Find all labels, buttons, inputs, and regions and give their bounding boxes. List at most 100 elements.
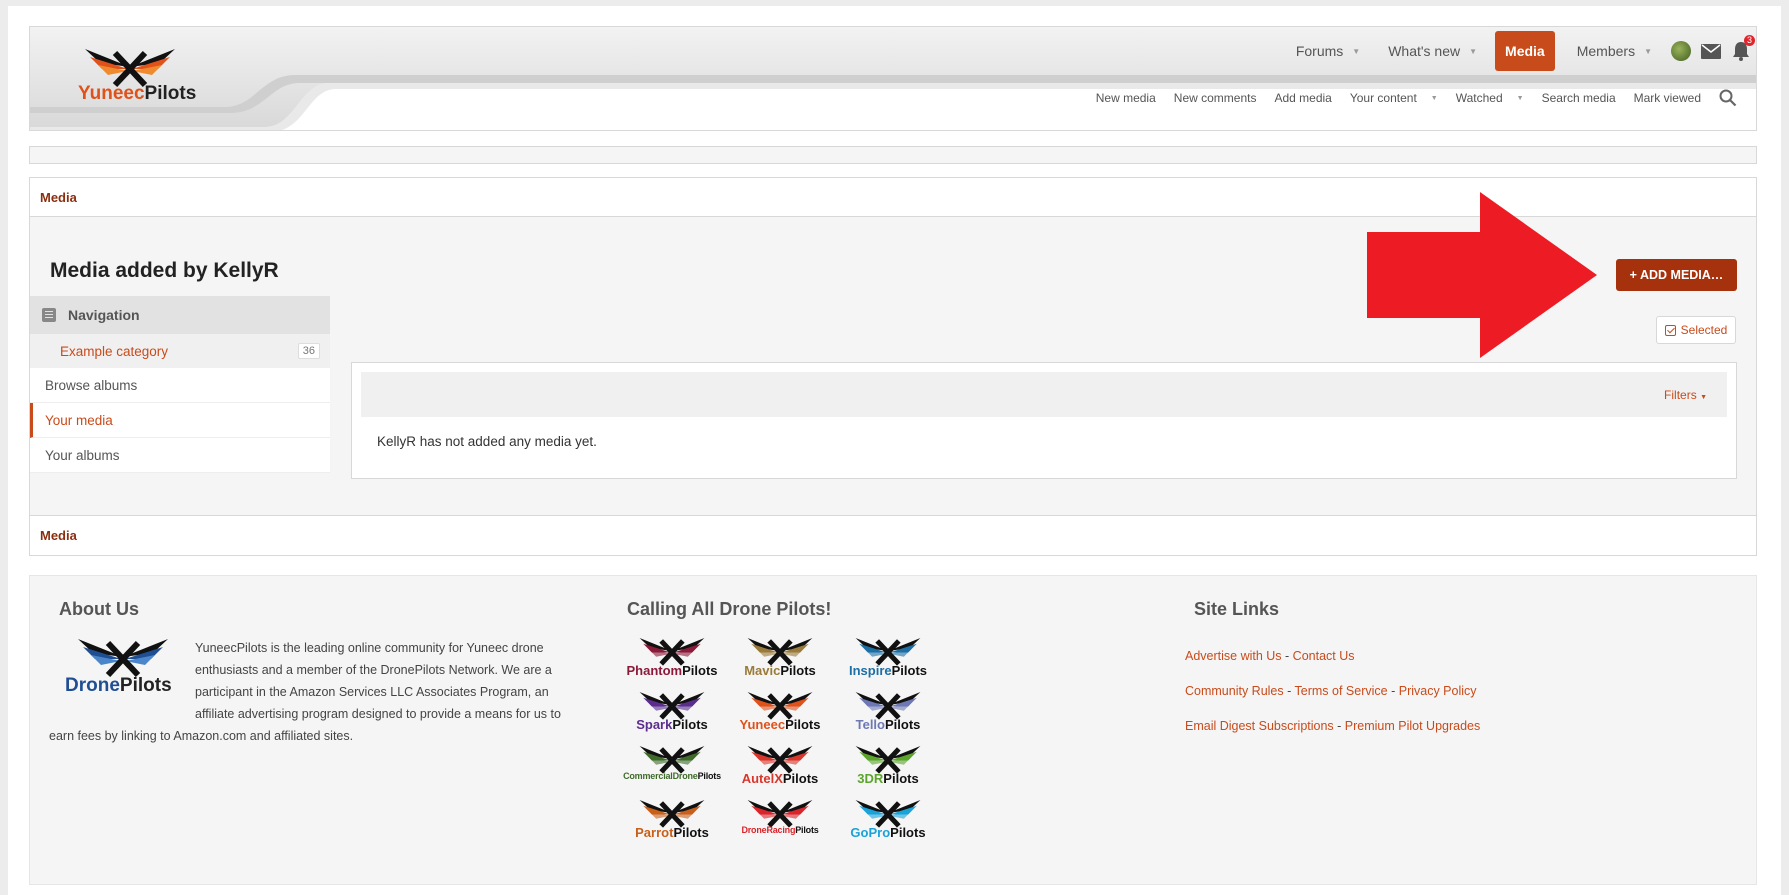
pilot-site-name: ParrotPilots: [618, 825, 726, 840]
pilot-site-gopropilots[interactable]: GoProPilots: [834, 798, 942, 850]
calling-heading: Calling All Drone Pilots!: [627, 599, 832, 619]
pilot-site-mavicpilots[interactable]: MavicPilots: [726, 636, 834, 688]
filters-label: Filters: [1664, 388, 1697, 402]
add-media-button[interactable]: + ADD MEDIA…: [1616, 259, 1737, 291]
logo-wordmark[interactable]: YuneecPilots: [78, 83, 196, 105]
site-links-row: Advertise with Us - Contact Us: [1185, 639, 1480, 674]
link-privacy-policy[interactable]: Privacy Policy: [1399, 684, 1477, 698]
site-name-part2: Pilots: [884, 717, 921, 732]
main-navigation: Forums ▼ What's new ▼ Media Members ▼ 3: [1282, 29, 1756, 73]
subnav-new-comments[interactable]: New comments: [1165, 91, 1266, 105]
site-name-part1: Spark: [636, 717, 673, 732]
site-name-part1: Mavic: [744, 663, 781, 678]
link-advertise-with-us[interactable]: Advertise with Us: [1185, 649, 1282, 663]
pilot-site-parrotpilots[interactable]: ParrotPilots: [618, 798, 726, 850]
separator: -: [1281, 649, 1293, 663]
subnav-label: Search media: [1541, 91, 1616, 105]
pilot-site-name: TelloPilots: [834, 717, 942, 732]
sidebar-heading: Navigation: [30, 296, 330, 334]
sidebar-item-your-media[interactable]: Your media: [30, 403, 330, 438]
pilot-site-commercialdronepilots[interactable]: CommercialDronePilots: [618, 744, 726, 796]
site-name-part1: Tello: [855, 717, 885, 732]
pilot-site-3drpilots[interactable]: 3DRPilots: [834, 744, 942, 796]
logo-word-part1: Yuneec: [78, 83, 145, 104]
filters-dropdown[interactable]: Filters ▼: [1664, 388, 1707, 402]
sidebar-item-your-albums[interactable]: Your albums: [30, 438, 330, 473]
pilot-site-name: GoProPilots: [834, 825, 942, 840]
wings-logo-icon: [855, 692, 921, 720]
pilot-sites-grid: PhantomPilots MavicPilots InspirePilots Spa…: [618, 636, 948, 850]
sub-navigation: New media New comments Add media Your conte…: [1087, 81, 1746, 115]
site-name-part1: 3DR: [857, 771, 884, 786]
pilot-site-name: AutelXPilots: [726, 771, 834, 786]
nav-members[interactable]: Members ▼: [1563, 31, 1666, 71]
nav-label: What's new: [1388, 43, 1461, 59]
nav-label: Members: [1576, 43, 1636, 59]
wings-logo-icon: [747, 638, 813, 666]
separator: -: [1333, 719, 1345, 733]
link-terms-of-service[interactable]: Terms of Service: [1295, 684, 1388, 698]
link-premium-pilot-upgrades[interactable]: Premium Pilot Upgrades: [1345, 719, 1480, 733]
site-name-part1: Inspire: [848, 663, 892, 678]
subnav-add-media[interactable]: Add media: [1265, 91, 1340, 105]
pilot-site-sparkpilots[interactable]: SparkPilots: [618, 690, 726, 742]
site-name-part1: AutelX: [741, 771, 783, 786]
dronepilots-wings-icon: [78, 639, 168, 677]
about-heading: About Us: [59, 599, 139, 619]
inbox-button[interactable]: [1696, 31, 1726, 71]
link-community-rules[interactable]: Community Rules: [1185, 684, 1284, 698]
pilot-site-name: CommercialDronePilots: [618, 771, 726, 781]
dronepilots-wordmark: DronePilots: [65, 675, 172, 697]
notice-strip: [29, 146, 1757, 164]
site-links-heading: Site Links: [1194, 599, 1280, 619]
dronepilots-logo[interactable]: DronePilots: [63, 637, 183, 701]
wings-logo-icon: [639, 746, 705, 774]
pilot-site-inspirepilots[interactable]: InspirePilots: [834, 636, 942, 688]
notification-badge: 3: [1743, 35, 1755, 46]
page-title: Media added by KellyR: [50, 259, 279, 282]
nav-what-s-new[interactable]: What's new ▼: [1374, 31, 1491, 71]
wings-logo-icon: [639, 692, 705, 720]
annotation-arrow-icon: [1367, 192, 1597, 358]
nav-forums[interactable]: Forums ▼: [1282, 31, 1374, 71]
subnav-label: New media: [1095, 91, 1156, 105]
breadcrumb-label[interactable]: Media: [40, 190, 77, 205]
breadcrumb-label[interactable]: Media: [40, 528, 77, 543]
selected-button[interactable]: Selected: [1656, 316, 1736, 344]
site-name-part2: Pilots: [697, 771, 722, 781]
separator: -: [1283, 684, 1295, 698]
subnav-mark-viewed[interactable]: Mark viewed: [1625, 91, 1710, 105]
pilot-site-name: 3DRPilots: [834, 771, 942, 786]
pilot-site-name: DroneRacingPilots: [726, 825, 834, 835]
pilot-site-phantompilots[interactable]: PhantomPilots: [618, 636, 726, 688]
site-name-part2: Pilots: [883, 771, 919, 786]
pilot-site-autelxpilots[interactable]: AutelXPilots: [726, 744, 834, 796]
pilot-site-droneracingpilots[interactable]: DroneRacingPilots: [726, 798, 834, 850]
pilot-site-tellopilots[interactable]: TelloPilots: [834, 690, 942, 742]
alerts-button[interactable]: 3: [1726, 31, 1756, 71]
nav-media[interactable]: Media: [1495, 31, 1555, 71]
avatar: [1671, 41, 1691, 61]
pilot-site-name: InspirePilots: [834, 663, 942, 678]
search-button[interactable]: [1710, 89, 1746, 107]
filter-bar: Filters ▼: [361, 372, 1727, 417]
site-name-part1: CommercialDrone: [623, 771, 698, 781]
user-avatar[interactable]: [1666, 31, 1696, 71]
site-links-row: Email Digest Subscriptions - Premium Pil…: [1185, 709, 1480, 744]
sidebar-item-browse-albums[interactable]: Browse albums: [30, 368, 330, 403]
subnav-new-media[interactable]: New media: [1087, 91, 1165, 105]
caret-down-icon: ▼: [1352, 46, 1361, 56]
caret-down-icon: ▼: [1516, 94, 1524, 102]
subnav-your-content[interactable]: Your content ▼: [1341, 91, 1447, 105]
subnav-watched[interactable]: Watched ▼: [1447, 91, 1533, 105]
breadcrumb-bottom[interactable]: Media: [30, 515, 1756, 555]
subnav-search-media[interactable]: Search media: [1533, 91, 1625, 105]
wings-logo-icon: [639, 800, 705, 828]
sidebar-item-example-category[interactable]: Example category 36: [30, 334, 330, 368]
link-contact-us[interactable]: Contact Us: [1293, 649, 1355, 663]
link-email-digest-subscriptions[interactable]: Email Digest Subscriptions: [1185, 719, 1334, 733]
site-name-part2: Pilots: [780, 663, 816, 678]
list-icon: [42, 308, 56, 322]
site-name-part2: Pilots: [782, 771, 819, 786]
pilot-site-yuneecpilots[interactable]: YuneecPilots: [726, 690, 834, 742]
